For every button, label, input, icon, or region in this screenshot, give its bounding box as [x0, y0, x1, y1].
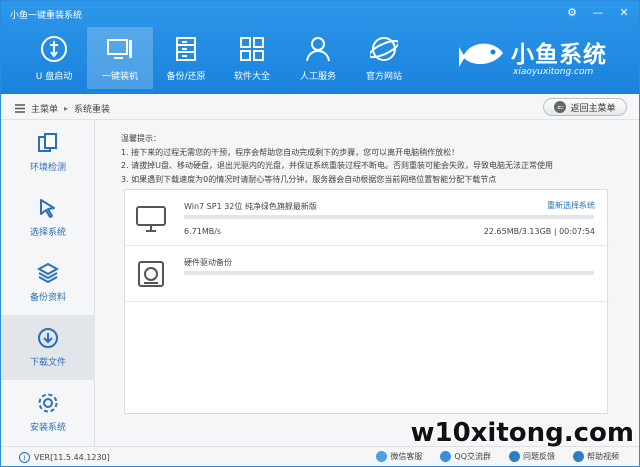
tip-line: 1. 接下来的过程无需您的干预，程序会帮助您自动完成剩下的步骤，您可以离开电脑稍… [121, 147, 460, 157]
download-icon [38, 328, 58, 348]
minimize-button[interactable]: — [591, 6, 605, 19]
task-list: Win7 SP1 32位 纯净绿色旗舰最新版 重新选择系统 6.71MB/s 2… [124, 189, 609, 414]
sidebar-item-label: 下载文件 [29, 358, 66, 368]
nav-label: 官方网站 [365, 72, 402, 82]
nav-official-site[interactable]: 官方网站 [351, 27, 417, 89]
nav-backup-restore[interactable]: 备份/还原 [153, 27, 219, 89]
tips-block: 温馨提示： 1. 接下来的过程无需您的干预，程序会帮助您自动完成剩下的步骤，您可… [121, 132, 553, 186]
nav-label: 软件大全 [233, 72, 270, 82]
nav-software[interactable]: 软件大全 [219, 27, 285, 89]
tip-line: 2. 请拔掉U盘、移动硬盘，退出光驱内的光盘，并保证系统重装过程不断电。否则重装… [121, 161, 554, 170]
progress-bar [184, 215, 594, 219]
breadcrumb-home[interactable]: 主菜单 [31, 102, 58, 115]
download-size-time: 22.65MB/3.13GB | 00:07:54 [483, 227, 595, 236]
footer-link-wechat[interactable]: 微信客服 [376, 451, 422, 462]
sidebar-item-label: 环境检测 [29, 163, 66, 173]
cursor-select-icon [40, 199, 55, 218]
qq-icon [440, 451, 452, 462]
sidebar-item-backup-data[interactable]: 备份资料 [1, 250, 95, 315]
footer-link-label: 问题反馈 [523, 452, 555, 461]
sidebar-item-download-files[interactable]: 下载文件 [1, 315, 95, 380]
footer-link-feedback[interactable]: 问题反馈 [509, 451, 555, 462]
menu-icon [15, 104, 25, 113]
breadcrumb-separator: ▸ [64, 104, 69, 113]
app-window: 小鱼一键重装系统 ⚙ — ✕ U 盘启动 一键装机 备份/还原 软件大全 人工服… [0, 0, 640, 467]
task-name: 硬件驱动备份 [184, 258, 232, 267]
sidebar-item-environment-check[interactable]: 环境检测 [1, 120, 95, 185]
task-name: Win7 SP1 32位 纯净绿色旗舰最新版 [184, 202, 317, 211]
task-driver-backup: 硬件驱动备份 [125, 246, 609, 302]
footer: i VER[11.5.44.1230] 微信客服 QQ交流群 问题反馈 帮助视频 [1, 446, 639, 466]
feedback-icon [509, 451, 520, 462]
nav-label: 备份/还原 [166, 72, 206, 82]
nav-manual-service[interactable]: 人工服务 [285, 27, 351, 89]
breadcrumb: 主菜单 ▸ 系统重装 [15, 102, 110, 115]
progress-bar [184, 271, 594, 275]
nav-one-click-install[interactable]: 一键装机 [87, 27, 153, 89]
environment-check-icon [38, 133, 57, 152]
header: 小鱼一键重装系统 ⚙ — ✕ U 盘启动 一键装机 备份/还原 软件大全 人工服… [1, 1, 639, 94]
reselect-system-link[interactable]: 重新选择系统 [547, 200, 595, 211]
watermark: w10xitong.com [410, 418, 634, 448]
globe-icon [370, 37, 398, 61]
version-info: i VER[11.5.44.1230] [19, 452, 110, 463]
sidebar-item-label: 选择系统 [29, 228, 66, 238]
hardware-chip-icon [138, 261, 164, 287]
back-button-label: 返回主菜单 [570, 103, 616, 114]
sidebar-item-select-system[interactable]: 选择系统 [1, 185, 95, 250]
footer-link-label: 微信客服 [390, 452, 423, 461]
logo-title: 小鱼系统 [511, 42, 607, 68]
layers-backup-icon [37, 262, 59, 284]
fish-logo-icon [459, 43, 503, 67]
footer-link-label: QQ交流群 [454, 452, 491, 461]
apps-grid-icon [240, 37, 264, 61]
footer-link-help-video[interactable]: 帮助视频 [573, 451, 619, 462]
wechat-icon [376, 451, 388, 462]
breadcrumb-bar: 主菜单 ▸ 系统重装 ⇐ 返回主菜单 [1, 94, 639, 120]
footer-links: 微信客服 QQ交流群 问题反馈 帮助视频 [376, 451, 619, 462]
step-sidebar: 环境检测 选择系统 备份资料 下载文件 安装系统 [1, 120, 95, 446]
version-text: VER[11.5.44.1230] [34, 453, 110, 462]
window-title: 小鱼一键重装系统 [10, 11, 83, 21]
breadcrumb-current: 系统重装 [74, 105, 111, 115]
logo-url: xiaoyuxitong.com [513, 67, 594, 77]
back-arrow-icon: ⇐ [554, 101, 567, 113]
download-speed: 6.71MB/s [184, 227, 222, 236]
tips-title: 温馨提示： [121, 134, 161, 143]
top-nav: U 盘启动 一键装机 备份/还原 软件大全 人工服务 官方网站 [21, 27, 417, 89]
back-to-main-button[interactable]: ⇐ 返回主菜单 [543, 98, 627, 116]
nav-label: 一键装机 [101, 72, 138, 82]
backup-icon [176, 37, 196, 61]
nav-usb-boot[interactable]: U 盘启动 [21, 27, 87, 89]
sidebar-item-install-system[interactable]: 安装系统 [1, 380, 95, 445]
window-controls: ⚙ — ✕ [565, 6, 631, 19]
settings-install-icon [38, 393, 58, 413]
brand-logo: 小鱼系统 xiaoyuxitong.com [459, 27, 629, 87]
close-button[interactable]: ✕ [617, 6, 631, 19]
footer-link-qq[interactable]: QQ交流群 [440, 451, 491, 462]
sidebar-item-label: 备份资料 [29, 293, 66, 303]
nav-label: 人工服务 [299, 72, 336, 82]
main-panel: 温馨提示： 1. 接下来的过程无需您的干预，程序会帮助您自动完成剩下的步骤，您可… [95, 120, 639, 446]
settings-icon[interactable]: ⚙ [565, 6, 579, 19]
nav-label: U 盘启动 [35, 72, 73, 82]
sidebar-item-label: 安装系统 [29, 423, 66, 433]
computer-icon [107, 39, 132, 59]
monitor-icon [136, 206, 166, 232]
help-video-icon [573, 451, 584, 462]
task-system-download: Win7 SP1 32位 纯净绿色旗舰最新版 重新选择系统 6.71MB/s 2… [125, 190, 609, 246]
footer-link-label: 帮助视频 [587, 452, 619, 461]
info-icon: i [19, 452, 30, 463]
person-service-icon [306, 37, 330, 62]
usb-icon [41, 36, 67, 62]
tip-line: 3. 如果遇到下载速度为0的情况时请耐心等待几分钟，服务器会自动根据您当前网络位… [121, 174, 497, 184]
